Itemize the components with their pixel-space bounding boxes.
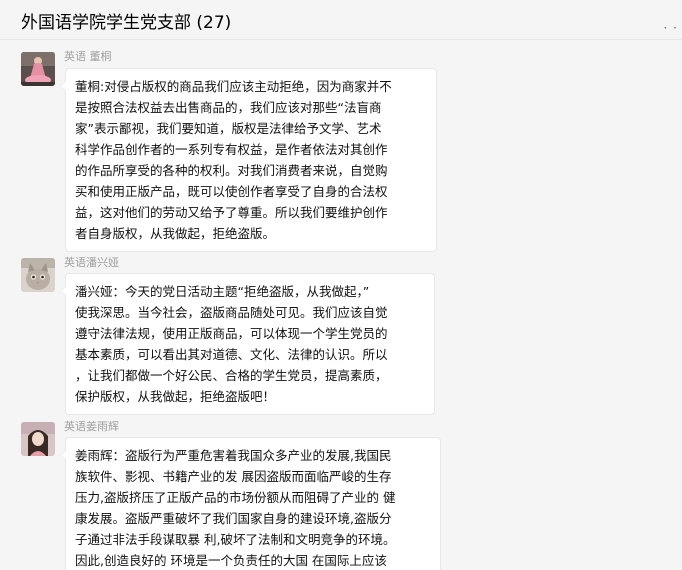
message-line: 潘兴娅：今天的党日活动主题“拒绝盗版，从我做起，” <box>75 284 370 299</box>
message-line: 康发展。盗版严重破坏了我们国家自身的建设环境,盗版分 <box>75 511 392 526</box>
chat-window: 外国语学院学生党支部 (27) · · 英语 董桐 董桐:对侵占版权的商品我们应… <box>0 0 682 570</box>
chat-header: 外国语学院学生党支部 (27) · · <box>0 0 682 40</box>
message-line: 科学作品创作者的一系列专有权益，是作者依法对其创作 <box>75 142 388 157</box>
message-line: 益，这对他们的劳动又给予了尊重。所以我们要维护创作 <box>75 205 388 220</box>
message-line: ，让我们都做一个好公民、合格的学生党员，提高素质， <box>75 368 388 383</box>
message-bubble[interactable]: 董桐:对侵占版权的商品我们应该主动拒绝，因为商家并不 是按照合法权益去出售商品的… <box>60 68 437 252</box>
message-line: 是按照合法权益去出售商品的，我们应该对那些“法盲商 <box>75 100 382 115</box>
message-line: 族软件、影视、书籍产业的发 展因盗版而面临严峻的生存 <box>75 469 392 484</box>
message-line: 家”表示鄙视，我们要知道，版权是法律给予文学、艺术 <box>75 121 382 136</box>
message-line: 子通过非法手段谋取暴 利,破坏了法制和文明竞争的环境。 <box>75 532 396 547</box>
sender-name: 英语姜雨辉 <box>64 420 119 433</box>
avatar-photo-girl[interactable] <box>21 422 55 456</box>
message-line: 使我深思。当今社会，盗版商品随处可见。我们应该自觉 <box>75 305 388 320</box>
more-dots-icon[interactable]: · · <box>664 22 678 34</box>
avatar-photo-pink-dress[interactable] <box>21 52 55 86</box>
message-line: 基本素质，可以看出其对道德、文化、法律的认识。所以 <box>75 347 388 362</box>
sender-name: 英语潘兴娅 <box>64 256 119 269</box>
message-line: 遵守法律法规，使用正版商品，可以体现一个学生党员的 <box>75 326 388 341</box>
avatar-photo-cat[interactable] <box>21 258 55 292</box>
message-line: 压力,盗版挤压了正版产品的市场份额从而阻碍了产业的 健 <box>75 490 396 505</box>
message-line: 姜雨辉：盗版行为严重危害着我国众多产业的发展,我国民 <box>75 448 392 463</box>
message-line: 董桐:对侵占版权的商品我们应该主动拒绝，因为商家并不 <box>75 79 392 94</box>
message-bubble[interactable]: 潘兴娅：今天的党日活动主题“拒绝盗版，从我做起，” 使我深思。当今社会，盗版商品… <box>60 273 435 415</box>
chat-title: 外国语学院学生党支部 (27) <box>21 13 232 33</box>
message-line: 因此,创造良好的 环境是一个负责任的大国 在国际上应该 <box>75 553 387 568</box>
message-list[interactable]: 英语 董桐 董桐:对侵占版权的商品我们应该主动拒绝，因为商家并不 是按照合法权益… <box>0 41 682 570</box>
message-line: 的作品所享受的各种的权利。对我们消费者来说，自觉购 <box>75 163 388 178</box>
message-line: 保护版权，从我做起，拒绝盗版吧！ <box>75 389 276 404</box>
sender-name: 英语 董桐 <box>64 50 112 63</box>
message-line: 者自身版权，从我做起，拒绝盗版。 <box>75 226 276 241</box>
message-bubble[interactable]: 姜雨辉：盗版行为严重危害着我国众多产业的发展,我国民 族软件、影视、书籍产业的发… <box>60 437 441 570</box>
message-line: 买和使用正版产品，既可以使创作者享受了自身的合法权 <box>75 184 388 199</box>
